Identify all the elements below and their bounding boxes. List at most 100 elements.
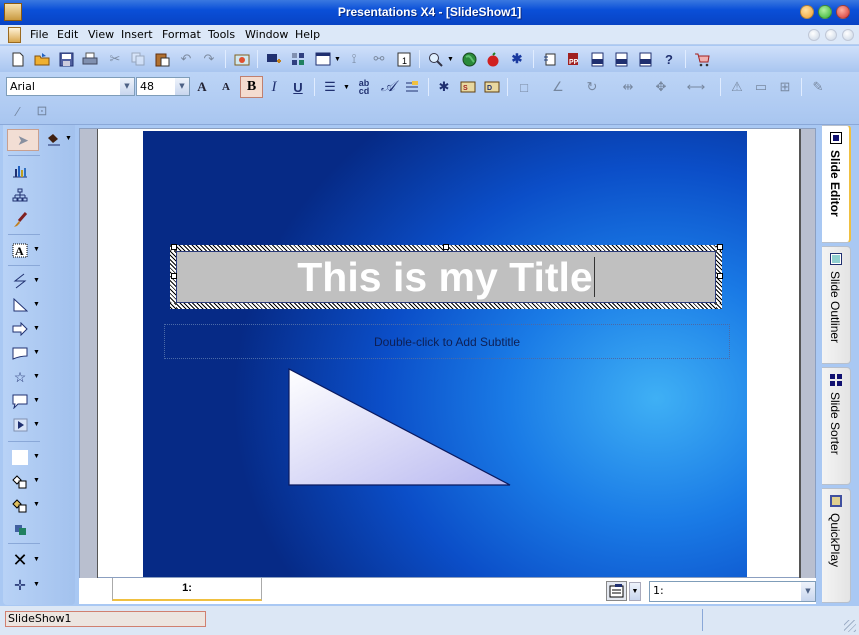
title-placeholder[interactable]: This is my Title <box>170 245 722 309</box>
tab-slide-sorter[interactable]: Slide Sorter <box>822 367 851 485</box>
publish-pdf-icon[interactable] <box>587 49 607 69</box>
shape-tool-dropdown[interactable]: ▼ <box>33 349 40 356</box>
slide-select[interactable]: 1: ▼ <box>649 581 816 602</box>
mdi-minimize-button[interactable] <box>808 29 820 41</box>
slide-select-dropdown-icon[interactable]: ▼ <box>801 582 815 601</box>
snowflake-icon[interactable]: ✱ <box>507 49 527 69</box>
rotate-tool-icon[interactable] <box>9 519 31 539</box>
resize-handle[interactable] <box>171 244 177 250</box>
publish-pp-icon[interactable]: PP <box>563 49 583 69</box>
grow-font-icon[interactable]: A <box>192 77 212 97</box>
send-back-dropdown[interactable]: ▼ <box>33 477 40 484</box>
fill-color-icon[interactable] <box>9 447 31 467</box>
open-icon[interactable] <box>32 49 52 69</box>
paint-brush-tool-icon[interactable] <box>9 210 31 230</box>
redo-icon[interactable]: ↷ <box>199 49 219 69</box>
menu-edit[interactable]: Edit <box>57 28 78 41</box>
mdi-restore-button[interactable] <box>825 29 837 41</box>
menu-file[interactable]: File <box>30 28 48 41</box>
save-icon[interactable] <box>56 49 76 69</box>
guide-tool-dropdown[interactable]: ▼ <box>33 581 40 588</box>
align-dropdown[interactable]: ▼ <box>343 84 350 91</box>
spell-check-icon[interactable]: S <box>458 77 478 97</box>
chart-tool-icon[interactable] <box>9 161 31 181</box>
triangle-tool-dropdown[interactable]: ▼ <box>33 301 40 308</box>
delete-tool-icon[interactable]: ✕ <box>9 550 31 570</box>
triangle-tool-icon[interactable] <box>9 295 31 315</box>
font-style-icon[interactable]: 𝒜 <box>378 77 398 97</box>
eyedropper-icon[interactable]: ✎ <box>808 77 828 97</box>
thesaurus-icon[interactable]: D <box>482 77 502 97</box>
resize-handle[interactable] <box>717 273 723 279</box>
group-icon[interactable]: ⊞ <box>775 77 795 97</box>
italic-button[interactable]: I <box>264 77 284 97</box>
text-tool-dropdown[interactable]: ▼ <box>33 246 40 253</box>
send-back-icon[interactable] <box>9 471 31 491</box>
menu-help[interactable]: Help <box>295 28 320 41</box>
zoom-dropdown[interactable]: ▼ <box>447 56 454 63</box>
underline-button[interactable]: U <box>288 77 308 97</box>
action-tool-dropdown[interactable]: ▼ <box>33 421 40 428</box>
menu-tools[interactable]: Tools <box>208 28 235 41</box>
align-icon[interactable]: ☰ <box>320 77 340 97</box>
new-slide-icon[interactable] <box>264 49 284 69</box>
shadow-icon[interactable]: □ <box>514 77 534 97</box>
help-icon[interactable]: ? <box>659 49 679 69</box>
maximize-button[interactable] <box>818 5 832 19</box>
distribute-icon[interactable]: ⟷ <box>686 77 706 97</box>
triangle-shape[interactable] <box>288 368 513 488</box>
paste-icon[interactable] <box>152 49 172 69</box>
zoom-icon[interactable] <box>426 49 446 69</box>
resize-handle[interactable] <box>443 244 449 250</box>
slide-layout-icon[interactable] <box>288 49 308 69</box>
menu-insert[interactable]: Insert <box>121 28 153 41</box>
publish-xml-icon[interactable] <box>611 49 631 69</box>
cut-icon[interactable]: ✂ <box>105 49 125 69</box>
callout-tool-dropdown[interactable]: ▼ <box>33 397 40 404</box>
bold-button[interactable]: B <box>240 76 263 98</box>
copy-icon[interactable] <box>128 49 148 69</box>
line-tool-dropdown[interactable]: ▼ <box>33 277 40 284</box>
fill-tool-icon[interactable] <box>43 129 65 149</box>
select-objects-icon[interactable]: ⊡ <box>32 101 52 121</box>
menu-format[interactable]: Format <box>162 28 201 41</box>
org-chart-tool-icon[interactable] <box>9 185 31 205</box>
line-tool-icon[interactable] <box>9 271 31 291</box>
flip-icon[interactable]: ⇹ <box>618 77 638 97</box>
tab-quickplay[interactable]: QuickPlay <box>822 488 851 603</box>
rotate-3d-icon[interactable]: ↻ <box>582 77 602 97</box>
arrow-tool-dropdown[interactable]: ▼ <box>33 325 40 332</box>
special-chars-icon[interactable]: ✱ <box>434 77 454 97</box>
undo-icon[interactable]: ↶ <box>176 49 196 69</box>
slide-properties-button[interactable] <box>606 581 627 601</box>
shop-icon[interactable] <box>692 49 712 69</box>
resize-grip[interactable] <box>844 620 856 632</box>
delete-tool-dropdown[interactable]: ▼ <box>33 556 40 563</box>
insert-picture-icon[interactable] <box>232 49 252 69</box>
slide-number-icon[interactable]: 1 <box>394 49 414 69</box>
web-icon[interactable] <box>459 49 479 69</box>
slide-tab-1[interactable]: 1: <box>112 578 262 601</box>
resize-handle[interactable] <box>717 244 723 250</box>
document-icon[interactable] <box>8 27 21 43</box>
font-name-select[interactable]: Arial ▼ <box>6 77 135 96</box>
print-icon[interactable] <box>80 49 100 69</box>
shrink-font-icon[interactable]: A <box>216 77 236 97</box>
warning-shape-icon[interactable]: ⚠ <box>727 77 747 97</box>
bring-front-icon[interactable] <box>9 495 31 515</box>
tab-slide-outliner[interactable]: Slide Outliner <box>822 246 851 364</box>
font-name-dropdown-icon[interactable]: ▼ <box>120 78 134 95</box>
move-icon[interactable]: ✥ <box>651 77 671 97</box>
menu-window[interactable]: Window <box>245 28 288 41</box>
callout-icon[interactable]: ▭ <box>751 77 771 97</box>
fill-tool-dropdown[interactable]: ▼ <box>65 135 72 142</box>
close-button[interactable] <box>836 5 850 19</box>
publish-html-icon[interactable] <box>635 49 655 69</box>
minimize-button[interactable] <box>800 5 814 19</box>
slide-design-icon[interactable] <box>313 49 333 69</box>
title-text-box[interactable]: This is my Title <box>176 251 716 303</box>
callout-tool-icon[interactable] <box>9 391 31 411</box>
bring-front-dropdown[interactable]: ▼ <box>33 501 40 508</box>
new-icon[interactable] <box>8 49 28 69</box>
slide-design-dropdown[interactable]: ▼ <box>334 56 341 63</box>
